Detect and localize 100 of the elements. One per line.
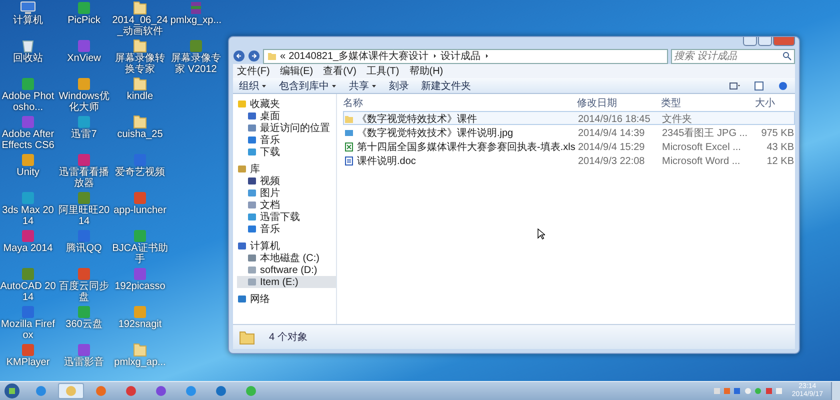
file-row[interactable]: 第十四届全国多媒体课件大赛参赛回执表-填表.xls 2014/9/4 15:29 Microsoft Excel ... 43 KB	[343, 139, 795, 153]
nav-group[interactable]: 网络	[237, 293, 336, 305]
nav-group[interactable]: 收藏夹	[237, 98, 336, 110]
breadcrumb[interactable]: 设计成品	[440, 49, 481, 63]
app-icon	[20, 191, 36, 205]
toolbar-button[interactable]: 刻录	[389, 78, 409, 92]
desktop-shortcut[interactable]: pmlxg_xp...	[168, 1, 224, 38]
breadcrumb[interactable]: 20140821_多媒体课件大赛设计	[288, 49, 429, 63]
show-desktop-button[interactable]	[831, 382, 840, 400]
menu-item[interactable]: 编辑(E)	[280, 64, 314, 78]
column-header[interactable]: 类型	[661, 96, 755, 110]
nav-item[interactable]: 迅雷下载	[237, 211, 336, 223]
app-icon	[20, 305, 36, 319]
desktop-shortcut[interactable]: app-luncher	[112, 191, 168, 228]
column-header[interactable]: 修改日期	[577, 96, 661, 110]
toolbar-button[interactable]: 共享	[349, 78, 377, 92]
desktop-shortcut[interactable]: 阿里旺旺2014	[56, 191, 112, 228]
desktop-shortcut[interactable]: XnView	[56, 39, 112, 76]
column-header[interactable]: 名称	[343, 96, 577, 110]
menu-item[interactable]: 查看(V)	[323, 64, 356, 78]
nav-item[interactable]: Item (E:)	[237, 276, 336, 288]
desktop-shortcut[interactable]: 屏幕录像转换专家	[112, 39, 168, 76]
image-file-icon	[344, 128, 354, 138]
recent-icon	[247, 123, 257, 133]
address-bar[interactable]: « 20140821_多媒体课件大赛设计 设计成品	[263, 48, 668, 64]
favorites-icon	[237, 99, 247, 109]
desktop-shortcut[interactable]: Windows优化大师	[56, 77, 112, 114]
library-icon	[237, 164, 247, 174]
nav-item[interactable]: 视频	[237, 175, 336, 187]
overflow-chevron[interactable]: «	[280, 50, 286, 62]
nav-item[interactable]: 下载	[237, 146, 336, 158]
nav-item[interactable]: 最近访问的位置	[237, 122, 336, 134]
nav-group[interactable]: 计算机	[237, 240, 336, 252]
folder-icon	[132, 115, 148, 129]
desktop-shortcut[interactable]: 回收站	[0, 39, 56, 76]
desktop-shortcut[interactable]: kindle	[112, 77, 168, 114]
modified-date: 2014/9/4 15:29	[578, 142, 646, 152]
app-icon	[245, 385, 257, 397]
file-row[interactable]: 课件说明.doc 2014/9/3 22:08 Microsoft Word ... 12 KB	[343, 153, 795, 167]
file-row[interactable]: 《数字视觉特效技术》课件说明.jpg 2014/9/4 14:39 2345看图王 JPG ... 975 KB	[343, 125, 795, 139]
chevron-icon[interactable]	[484, 53, 490, 59]
nav-item[interactable]: software (D:)	[237, 264, 336, 276]
preview-pane-icon[interactable]	[753, 80, 765, 90]
nav-item[interactable]: 桌面	[237, 110, 336, 122]
desktop-shortcut[interactable]: 屏幕录像专家 V2012	[168, 39, 224, 76]
archive-icon	[188, 1, 204, 15]
nav-item[interactable]: 音乐	[237, 223, 336, 235]
view-options-icon[interactable]	[729, 80, 741, 90]
nav-item[interactable]: 本地磁盘 (C:)	[237, 252, 336, 264]
desktop-shortcut[interactable]: 迅雷看看播放器	[56, 153, 112, 190]
file-name: 《数字视觉特效技术》课件	[357, 112, 477, 126]
desktop-shortcut[interactable]: 2014_06_24_动画软件	[112, 1, 168, 38]
menu-item[interactable]: 帮助(H)	[409, 64, 444, 78]
desktop-shortcut[interactable]: 计算机	[0, 1, 56, 38]
back-button[interactable]	[233, 50, 245, 62]
forward-button[interactable]	[248, 50, 260, 62]
folder-icon	[132, 343, 148, 357]
desktop-shortcut[interactable]: Adobe Photosho...	[0, 77, 56, 114]
taskbar-app[interactable]	[58, 383, 84, 399]
nav-group[interactable]: 库	[237, 163, 336, 175]
menu-item[interactable]: 文件(F)	[237, 64, 270, 78]
tray-icons-drawing[interactable]	[714, 386, 784, 396]
folder-icon	[267, 51, 277, 61]
search-field[interactable]: 搜索 设计成品	[671, 48, 795, 64]
minimize-button[interactable]	[743, 37, 757, 46]
desktop-shortcut[interactable]: Adobe After Effects CS6	[0, 115, 56, 152]
desktop-shortcut[interactable]: BJCA证书助手	[112, 229, 168, 266]
close-button[interactable]	[773, 37, 795, 46]
desktop-shortcut[interactable]: 爱奇艺视频	[112, 153, 168, 190]
desktop-shortcut[interactable]: Maya 2014	[0, 229, 56, 266]
desktop-shortcut[interactable]: cuisha_25	[112, 115, 168, 152]
chevron-icon[interactable]	[432, 53, 438, 59]
desktop-shortcut[interactable]: 3ds Max 2014	[0, 191, 56, 228]
nav-item[interactable]: 图片	[237, 187, 336, 199]
app-icon	[20, 115, 36, 129]
desktop-shortcut[interactable]: 百度云同步盘	[56, 267, 112, 304]
music-icon	[247, 135, 257, 145]
help-icon[interactable]	[777, 80, 789, 90]
nav-item[interactable]: 文档	[237, 199, 336, 211]
app-icon	[20, 343, 36, 357]
nav-item[interactable]: 音乐	[237, 134, 336, 146]
app-icon	[20, 229, 36, 243]
desktop-shortcut[interactable]: AutoCAD 2014	[0, 267, 56, 304]
maximize-button[interactable]	[758, 37, 772, 46]
file-row[interactable]: 《数字视觉特效技术》课件 2014/9/16 18:45 文件夹	[343, 111, 795, 125]
column-header[interactable]: 大小	[755, 96, 793, 110]
video-icon	[247, 176, 257, 186]
desktop-shortcut[interactable]: 腾讯QQ	[56, 229, 112, 266]
document-file-icon	[344, 156, 354, 166]
app-icon	[20, 267, 36, 281]
network-icon	[237, 294, 247, 304]
app-icon	[76, 115, 92, 129]
desktop-shortcut[interactable]: PicPick	[56, 1, 112, 38]
desktop-shortcut[interactable]: 迅雷7	[56, 115, 112, 152]
desktop-shortcut[interactable]: Unity	[0, 153, 56, 190]
toolbar-button[interactable]: 包含到库中	[279, 78, 337, 92]
toolbar-button[interactable]: 新建文件夹	[421, 78, 471, 92]
toolbar-button[interactable]: 组织	[239, 78, 267, 92]
menu-item[interactable]: 工具(T)	[366, 64, 400, 78]
start-button[interactable]	[4, 383, 20, 399]
